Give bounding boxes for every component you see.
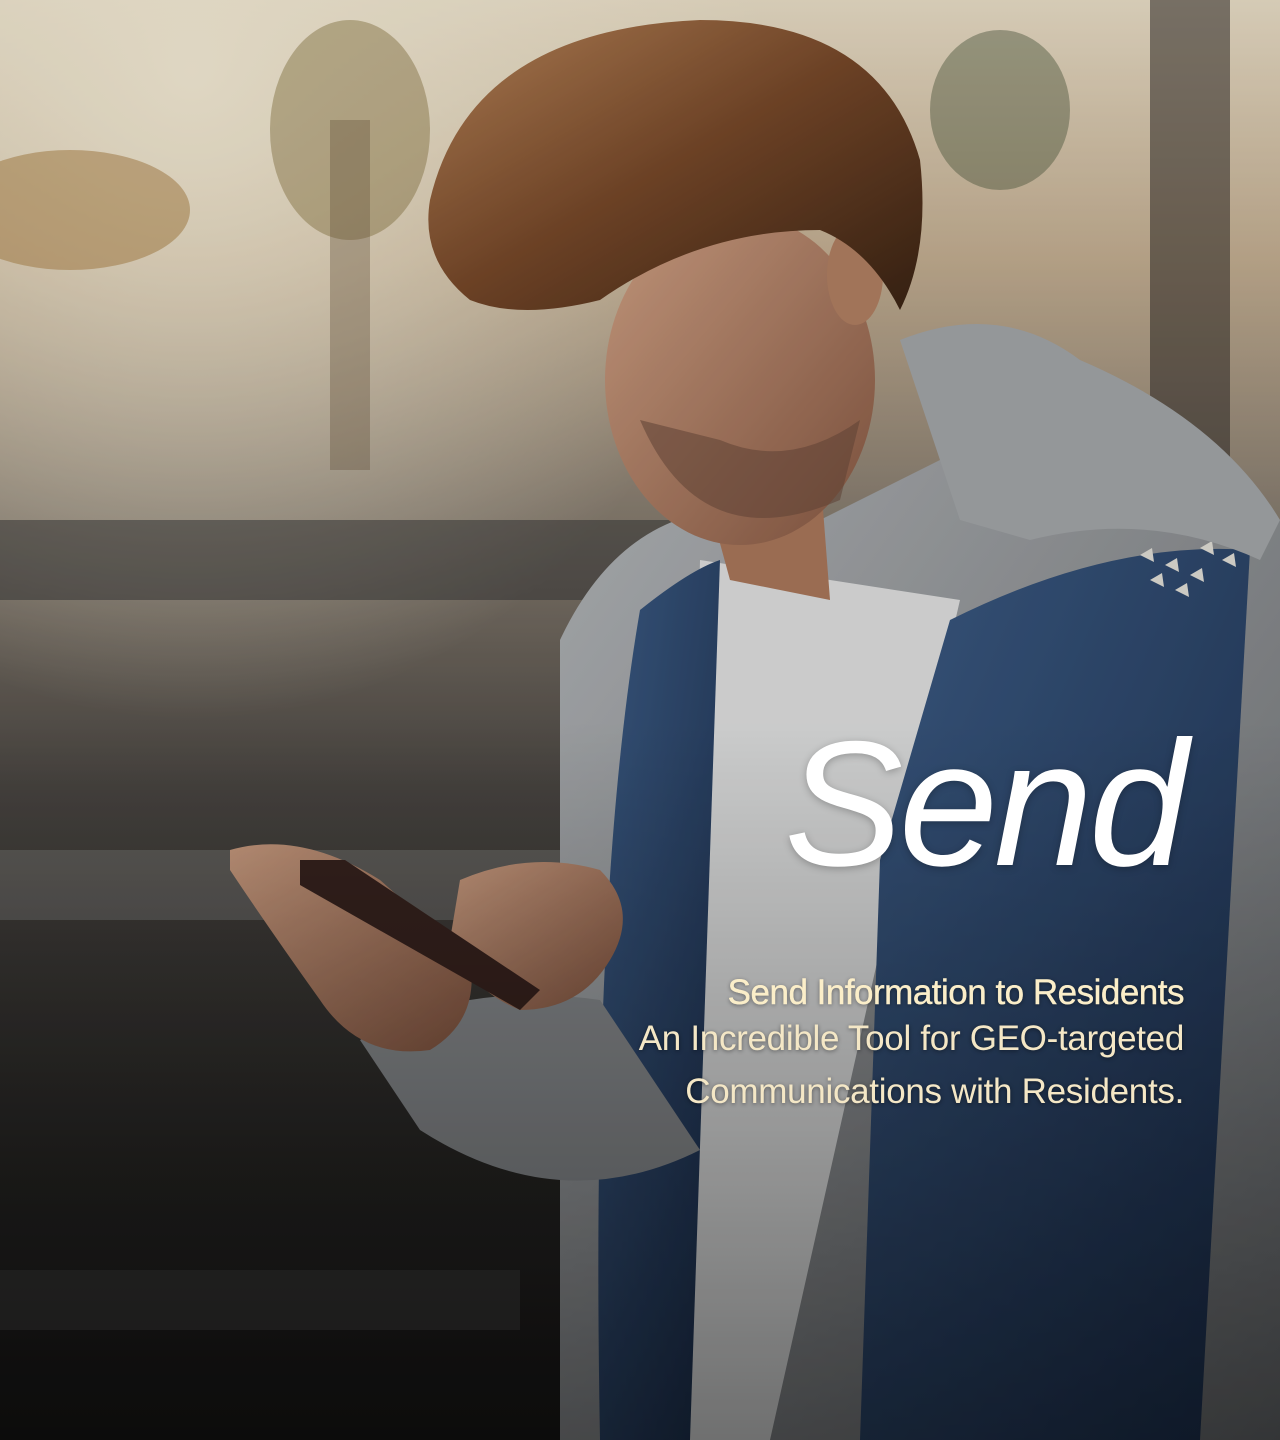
hero-section: Send Send Information to Residents An In… <box>0 0 1280 1440</box>
hero-headline: Send <box>784 704 1188 903</box>
hero-body-line-1: An Incredible Tool for GEO-targeted <box>638 1019 1185 1059</box>
hero-copy: Send Send Information to Residents An In… <box>424 704 1188 1118</box>
hero-body-line-2: Communications with Residents. <box>685 1071 1184 1111</box>
hero-subheadline: Send Information to Residents <box>727 973 1184 1012</box>
